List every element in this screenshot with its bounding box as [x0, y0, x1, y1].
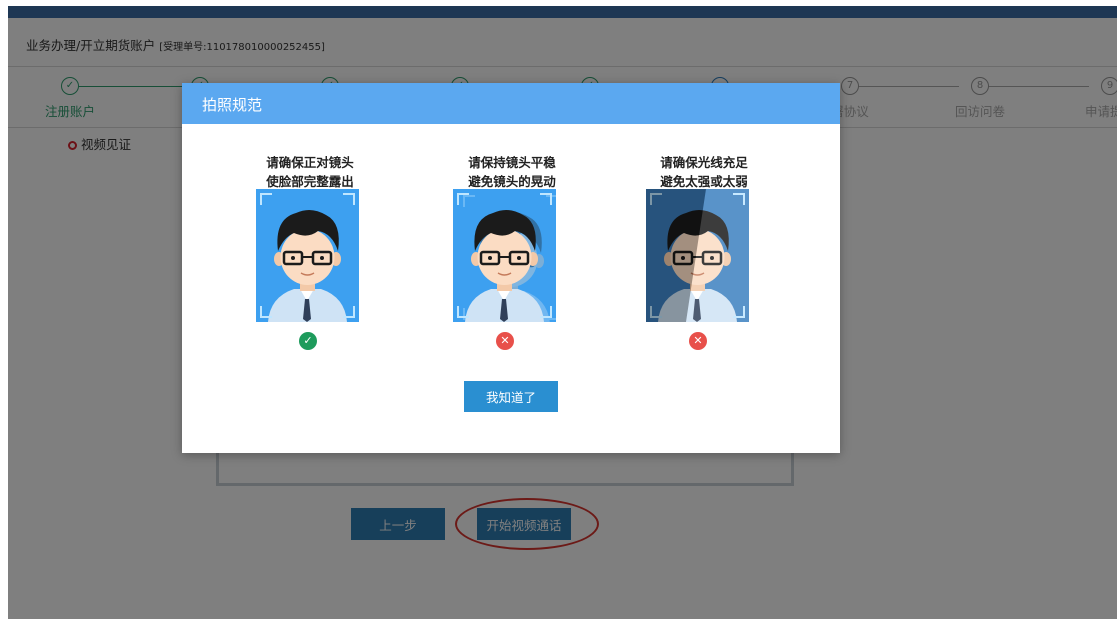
- face-shaking-photo: [453, 189, 556, 322]
- rule-1-text: 请确保正对镜头 使脸部完整露出: [210, 153, 410, 191]
- bad-cross-icon: ✕: [496, 332, 514, 350]
- app-window: 业务办理/开立期货账户 [受理单号:110178010000252455] ✓ …: [8, 6, 1117, 619]
- modal-header: 拍照规范: [182, 83, 840, 124]
- rule-2-text: 请保持镜头平稳 避免镜头的晃动: [412, 153, 612, 191]
- bad-cross-icon: ✕: [689, 332, 707, 350]
- rule-line: 请保持镜头平稳: [468, 155, 556, 170]
- got-it-button[interactable]: 我知道了: [464, 381, 558, 412]
- face-centered-photo: [256, 189, 359, 322]
- rule-3-text: 请确保光线充足 避免太强或太弱: [604, 153, 804, 191]
- ok-check-icon: ✓: [299, 332, 317, 350]
- photo-guidelines-modal: 拍照规范 请确保正对镜头 使脸部完整露出 ✓ 请保持镜头平稳 避免镜头的晃动 ✕…: [182, 83, 840, 453]
- rule-line: 请确保正对镜头: [266, 155, 354, 170]
- modal-title: 拍照规范: [202, 96, 263, 114]
- face-bad-lighting-photo: [646, 189, 749, 322]
- rule-line: 请确保光线充足: [660, 155, 748, 170]
